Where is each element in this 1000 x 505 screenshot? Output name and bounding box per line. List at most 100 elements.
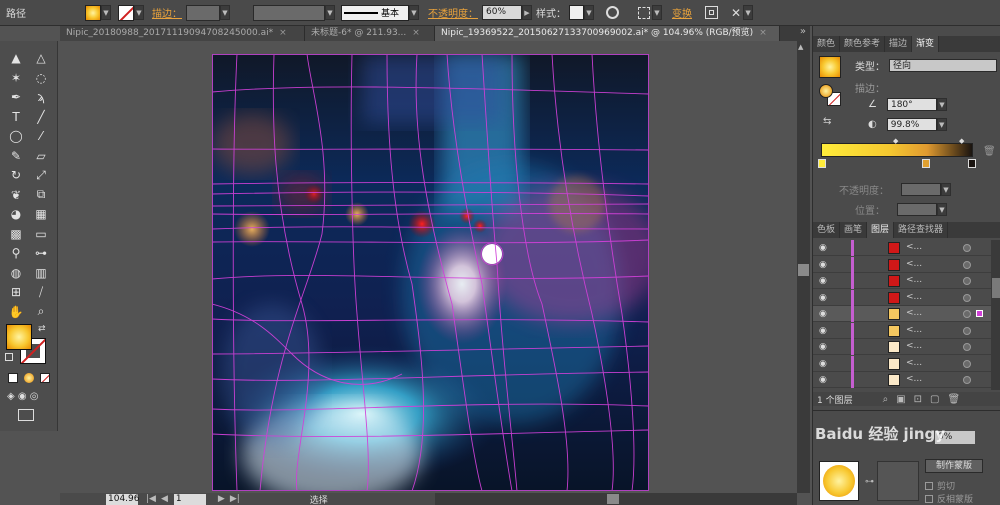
stroke-weight-field[interactable] [186, 4, 220, 21]
lasso-icon[interactable]: ◌ [32, 69, 50, 87]
opacity-label[interactable]: 不透明度： [428, 5, 478, 20]
delete-stop-icon[interactable]: 🗑 [983, 146, 996, 157]
isolate-icon[interactable] [705, 4, 718, 21]
target-circle-icon[interactable] [963, 293, 971, 302]
hand-icon[interactable]: ✋ [7, 303, 25, 321]
visibility-eye-icon[interactable]: ◉ [819, 375, 831, 385]
layer-row[interactable]: ◉ <... [813, 289, 1000, 306]
gradient-stop-right[interactable] [968, 159, 976, 168]
close-icon[interactable]: × [759, 28, 767, 38]
visibility-eye-icon[interactable]: ◉ [819, 326, 831, 336]
tab-brushes[interactable]: 画笔 [840, 222, 868, 238]
magic-wand-icon[interactable]: ✶ [7, 69, 25, 87]
target-circle-icon[interactable] [963, 343, 971, 351]
zoom-icon[interactable]: ⌕ [32, 303, 50, 321]
stop-location-field[interactable] [897, 203, 937, 216]
opacity-dropdown[interactable]: ▶ [522, 5, 532, 20]
slice-icon[interactable]: ⧸ [32, 283, 50, 301]
tab-pathfinder[interactable]: 路径查找器 [894, 222, 949, 238]
nav-last-icon[interactable]: ▶| [230, 494, 240, 504]
paintbrush-icon[interactable]: ⁄ [32, 127, 50, 145]
pencil-icon[interactable]: ✎ [7, 147, 25, 165]
document-tab-3[interactable]: Nipic_19369522_20150627133700969002.ai* … [435, 26, 780, 41]
visibility-eye-icon[interactable]: ◉ [819, 309, 831, 319]
zoom-field[interactable]: 104.96 [106, 493, 140, 505]
tab-color[interactable]: 颜色 [813, 36, 841, 52]
layer-row[interactable]: ◉ <... [813, 372, 1000, 388]
target-circle-icon[interactable] [963, 326, 971, 335]
recolor-artwork-icon[interactable] [606, 4, 619, 21]
eyedropper-icon[interactable]: ⚲ [7, 244, 25, 262]
variable-width-dropdown[interactable]: ▼ [325, 5, 335, 20]
layer-name[interactable]: <... [906, 341, 922, 351]
new-sublayer-icon[interactable]: ⊡ [914, 394, 922, 405]
gradient-mode-button[interactable] [24, 373, 34, 383]
target-circle-icon[interactable] [963, 260, 971, 269]
mesh-icon[interactable]: ▩ [7, 225, 25, 243]
mask-thumb[interactable] [877, 461, 919, 501]
shape-builder-icon[interactable]: ◕ [7, 205, 25, 223]
gradient-stop-mid[interactable] [922, 159, 930, 168]
document-tab-2[interactable]: 未标题-6* @ 211.93... × [305, 26, 435, 41]
stop-opacity-field[interactable] [901, 183, 941, 196]
artboard[interactable] [212, 54, 649, 491]
layer-name[interactable]: <... [906, 292, 922, 302]
stroke-swatch[interactable] [118, 4, 134, 21]
layer-name[interactable]: <... [906, 374, 922, 384]
layer-name[interactable]: <... [906, 325, 922, 335]
column-graph-icon[interactable]: ▥ [32, 264, 50, 282]
reverse-gradient-icon[interactable]: ⇆ [823, 116, 831, 127]
layer-row[interactable]: ◉ <... [813, 322, 1000, 339]
fill-stroke-mini-icon[interactable] [819, 84, 841, 106]
layer-name[interactable]: <... [906, 259, 922, 269]
gradient-icon[interactable]: ▭ [32, 225, 50, 243]
nav-first-icon[interactable]: |◀ [146, 494, 156, 504]
screen-mode-icon[interactable] [18, 409, 34, 421]
gradient-preview-swatch[interactable] [819, 56, 841, 78]
tab-gradient[interactable]: 渐变 [912, 36, 940, 52]
style-dropdown[interactable]: ▼ [584, 5, 594, 20]
make-mask-button[interactable]: 制作蒙版 [925, 459, 983, 473]
panel-menu-icon[interactable]: ✕ ▼ [731, 4, 754, 21]
close-icon[interactable]: × [412, 28, 420, 38]
target-circle-icon[interactable] [963, 244, 971, 252]
tab-color-guide[interactable]: 颜色参考 [840, 36, 886, 52]
angle-dropdown[interactable]: ▼ [936, 98, 947, 111]
target-circle-icon[interactable] [963, 310, 971, 318]
nav-prev-icon[interactable]: ◀ [161, 494, 168, 504]
tab-stroke[interactable]: 描边 [885, 36, 913, 52]
gradient-type-select[interactable]: 径向 [889, 59, 997, 72]
selected-art-indicator[interactable] [976, 310, 983, 317]
gradient-slider[interactable] [821, 143, 973, 157]
tab-layers[interactable]: 图层 [867, 222, 895, 238]
layer-row[interactable]: ◉ <... [813, 240, 1000, 256]
blend-icon[interactable]: ⊶ [32, 244, 50, 262]
mask-link-icon[interactable]: ⊶ [865, 477, 874, 487]
visibility-eye-icon[interactable]: ◉ [819, 276, 831, 286]
layer-name[interactable]: <... [906, 242, 922, 252]
stop-opacity-dropdown[interactable]: ▼ [941, 183, 951, 196]
angle-field[interactable]: 180° [886, 98, 937, 111]
visibility-eye-icon[interactable]: ◉ [819, 243, 831, 253]
draw-mode-icon[interactable]: ◈ ◉ ◎ [7, 391, 39, 402]
style-swatch[interactable] [569, 5, 584, 20]
align-icon[interactable]: ▼ [638, 4, 662, 21]
scroll-up-arrow-icon[interactable]: ▲ [798, 43, 803, 51]
aspect-ratio-dropdown[interactable]: ▼ [936, 118, 947, 131]
target-circle-icon[interactable] [963, 376, 971, 384]
perspective-grid-icon[interactable]: ▦ [32, 205, 50, 223]
transform-link[interactable]: 变换 [672, 5, 692, 20]
default-colors-icon[interactable] [5, 353, 13, 361]
type-icon[interactable]: T [7, 108, 25, 126]
curvature-icon[interactable]: ϡ [32, 88, 50, 106]
layers-scrollbar[interactable] [991, 240, 1000, 390]
new-layer-icon[interactable]: ▢ [930, 394, 939, 405]
variable-width-profile[interactable] [253, 4, 325, 21]
ellipse-icon[interactable]: ◯ [7, 127, 25, 145]
brush-profile-field[interactable]: 基本 [341, 4, 409, 21]
symbol-sprayer-icon[interactable]: ◍ [7, 264, 25, 282]
page-field[interactable]: 1 [173, 493, 206, 505]
stop-location-dropdown[interactable]: ▼ [937, 203, 947, 216]
gradient-stop-left[interactable] [818, 159, 826, 168]
close-icon[interactable]: × [279, 28, 287, 38]
